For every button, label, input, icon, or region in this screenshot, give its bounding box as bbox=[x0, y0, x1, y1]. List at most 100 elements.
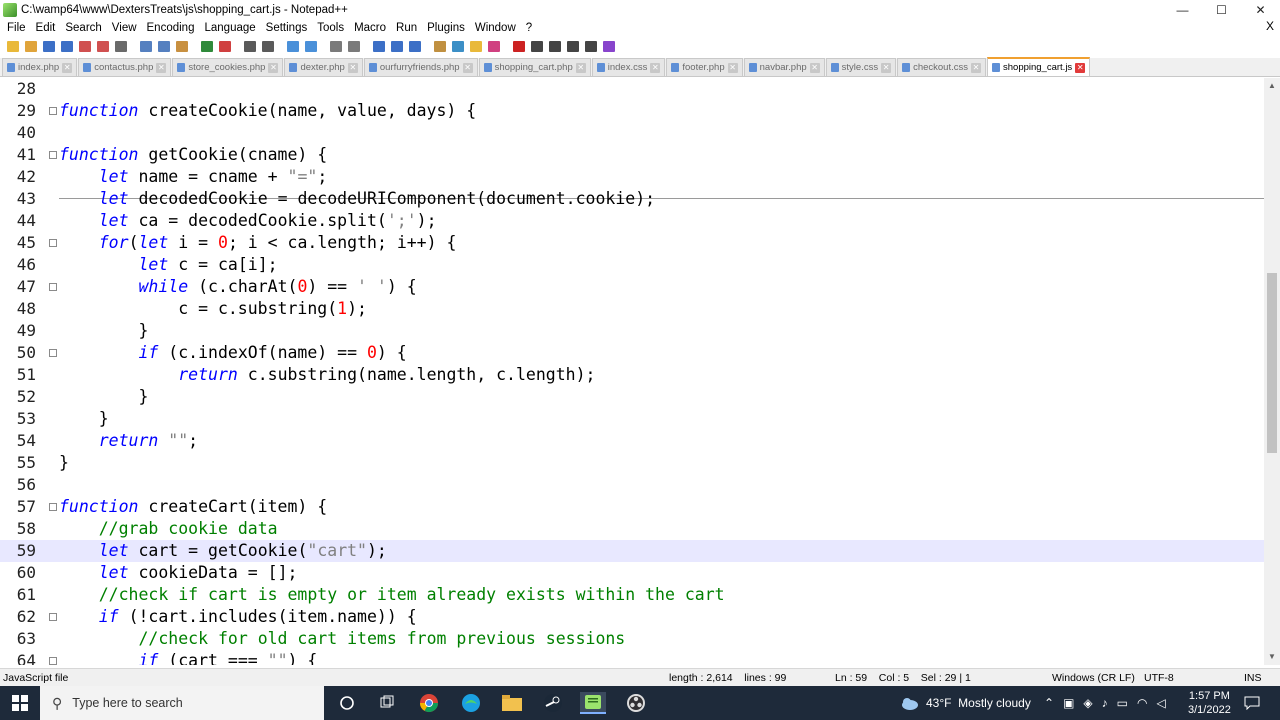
fold-toggle-icon[interactable] bbox=[49, 349, 57, 357]
maximize-button[interactable]: ☐ bbox=[1202, 0, 1241, 20]
wifi-icon[interactable]: ◠ bbox=[1137, 696, 1147, 710]
replace-icon[interactable] bbox=[259, 38, 276, 54]
save-all-icon[interactable] bbox=[58, 38, 75, 54]
code-line[interactable]: 58 //grab cookie data bbox=[0, 518, 1264, 540]
file-tab[interactable]: shopping_cart.js ✕ bbox=[987, 57, 1091, 76]
tab-close-icon[interactable]: ✕ bbox=[347, 62, 358, 73]
cut-icon[interactable] bbox=[137, 38, 154, 54]
code-line[interactable]: 59 let cart = getCookie("cart"); bbox=[0, 540, 1264, 562]
code-line[interactable]: 46 let c = ca[i]; bbox=[0, 254, 1264, 276]
tab-close-icon[interactable]: ✕ bbox=[971, 62, 981, 73]
all-chars-icon[interactable] bbox=[388, 38, 405, 54]
code-line[interactable]: 42 let name = cname + "="; bbox=[0, 166, 1264, 188]
menu-search[interactable]: Search bbox=[60, 22, 106, 34]
code-line[interactable]: 56 bbox=[0, 474, 1264, 496]
code-line[interactable]: 57 function createCart(item) { bbox=[0, 496, 1264, 518]
vertical-scrollbar[interactable]: ▲ ▼ bbox=[1264, 78, 1280, 665]
menu-run[interactable]: Run bbox=[391, 22, 422, 34]
obs-icon[interactable] bbox=[625, 692, 647, 714]
close-icon[interactable] bbox=[76, 38, 93, 54]
code-line[interactable]: 50 if (c.indexOf(name) == 0) { bbox=[0, 342, 1264, 364]
tab-close-icon[interactable]: ✕ bbox=[462, 62, 473, 73]
notifications-icon[interactable] bbox=[1244, 686, 1260, 720]
stop-macro-icon[interactable] bbox=[528, 38, 545, 54]
file-tab[interactable]: shopping_cart.php ✕ bbox=[478, 58, 591, 76]
scroll-down-arrow-icon[interactable]: ▼ bbox=[1264, 649, 1280, 665]
code-line[interactable]: 60 let cookieData = []; bbox=[0, 562, 1264, 584]
sync-v-icon[interactable] bbox=[327, 38, 344, 54]
fold-toggle-icon[interactable] bbox=[49, 657, 57, 665]
code-line[interactable]: 45 for(let i = 0; i < ca.length; i++) { bbox=[0, 232, 1264, 254]
menu-plugins[interactable]: Plugins bbox=[422, 22, 470, 34]
code-line[interactable]: 62 if (!cart.includes(item.name)) { bbox=[0, 606, 1264, 628]
scrollbar-thumb[interactable] bbox=[1267, 273, 1277, 453]
file-explorer-icon[interactable] bbox=[501, 692, 523, 714]
code-line[interactable]: 43 let decodedCookie = decodeURIComponen… bbox=[0, 188, 1264, 210]
save-icon[interactable] bbox=[40, 38, 57, 54]
doc-map-icon[interactable] bbox=[431, 38, 448, 54]
menu-settings[interactable]: Settings bbox=[261, 22, 313, 34]
zoom-in-icon[interactable] bbox=[284, 38, 301, 54]
play-macro-icon[interactable] bbox=[546, 38, 563, 54]
print-icon[interactable] bbox=[112, 38, 129, 54]
code-line[interactable]: 28 bbox=[0, 78, 1264, 100]
file-tab[interactable]: index.php ✕ bbox=[2, 58, 78, 76]
fold-toggle-icon[interactable] bbox=[49, 613, 57, 621]
zoom-out-icon[interactable] bbox=[302, 38, 319, 54]
file-tab[interactable]: dexter.php ✕ bbox=[284, 58, 363, 76]
fold-toggle-icon[interactable] bbox=[49, 503, 57, 511]
show-hidden-icons-icon[interactable]: ⌃ bbox=[1044, 696, 1054, 710]
menu-file[interactable]: File bbox=[2, 22, 31, 34]
run-macro-icon[interactable] bbox=[564, 38, 581, 54]
clock[interactable]: 1:57 PM 3/1/2022 bbox=[1188, 686, 1231, 720]
scroll-up-arrow-icon[interactable]: ▲ bbox=[1264, 78, 1280, 94]
menu-tools[interactable]: Tools bbox=[312, 22, 349, 34]
close-all-icon[interactable] bbox=[94, 38, 111, 54]
tab-close-icon[interactable]: ✕ bbox=[1075, 62, 1086, 73]
menu-window[interactable]: Window bbox=[470, 22, 521, 34]
code-line[interactable]: 51 return c.substring(name.length, c.len… bbox=[0, 364, 1264, 386]
minimize-button[interactable]: — bbox=[1163, 0, 1202, 20]
code-line[interactable]: 29 function createCookie(name, value, day… bbox=[0, 100, 1264, 122]
file-tab[interactable]: style.css ✕ bbox=[825, 58, 897, 76]
close-document-button[interactable]: X bbox=[1266, 19, 1274, 33]
code-line[interactable]: 49 } bbox=[0, 320, 1264, 342]
tab-close-icon[interactable]: ✕ bbox=[62, 62, 73, 73]
code-line[interactable]: 52 } bbox=[0, 386, 1264, 408]
copy-icon[interactable] bbox=[155, 38, 172, 54]
paste-icon[interactable] bbox=[173, 38, 190, 54]
fold-toggle-icon[interactable] bbox=[49, 151, 57, 159]
menu-help[interactable]: ? bbox=[521, 22, 537, 34]
new-file-icon[interactable] bbox=[4, 38, 21, 54]
tab-close-icon[interactable]: ✕ bbox=[809, 62, 820, 73]
code-line[interactable]: 48 c = c.substring(1); bbox=[0, 298, 1264, 320]
tab-close-icon[interactable]: ✕ bbox=[575, 62, 586, 73]
redo-icon[interactable] bbox=[216, 38, 233, 54]
code-line[interactable]: 41 function getCookie(cname) { bbox=[0, 144, 1264, 166]
file-tab[interactable]: ourfurryfriends.php ✕ bbox=[363, 58, 478, 76]
code-line[interactable]: 54 return ""; bbox=[0, 430, 1264, 452]
code-line[interactable]: 55} bbox=[0, 452, 1264, 474]
fold-toggle-icon[interactable] bbox=[49, 107, 57, 115]
volume-icon[interactable]: ◁ bbox=[1156, 696, 1165, 710]
wrap-icon[interactable] bbox=[370, 38, 387, 54]
file-tab[interactable]: checkout.css ✕ bbox=[897, 58, 986, 76]
start-button[interactable] bbox=[0, 686, 40, 720]
menu-macro[interactable]: Macro bbox=[349, 22, 391, 34]
indent-guide-icon[interactable] bbox=[406, 38, 423, 54]
file-tab[interactable]: navbar.php ✕ bbox=[743, 58, 825, 76]
file-tab[interactable]: contactus.php ✕ bbox=[78, 58, 172, 76]
chrome-icon[interactable] bbox=[418, 692, 440, 714]
menu-view[interactable]: View bbox=[107, 22, 142, 34]
edge-icon[interactable] bbox=[460, 692, 482, 714]
folder-workspace-icon[interactable] bbox=[467, 38, 484, 54]
code-line[interactable]: 64 if (cart === "") { bbox=[0, 650, 1264, 665]
record-macro-icon[interactable] bbox=[510, 38, 527, 54]
code-line[interactable]: 53 } bbox=[0, 408, 1264, 430]
code-line[interactable]: 40 bbox=[0, 122, 1264, 144]
find-icon[interactable] bbox=[241, 38, 258, 54]
tab-close-icon[interactable]: ✕ bbox=[881, 62, 892, 73]
steam-icon[interactable] bbox=[542, 692, 564, 714]
code-line[interactable]: 44 let ca = decodedCookie.split(';'); bbox=[0, 210, 1264, 232]
tab-close-icon[interactable]: ✕ bbox=[650, 62, 661, 73]
